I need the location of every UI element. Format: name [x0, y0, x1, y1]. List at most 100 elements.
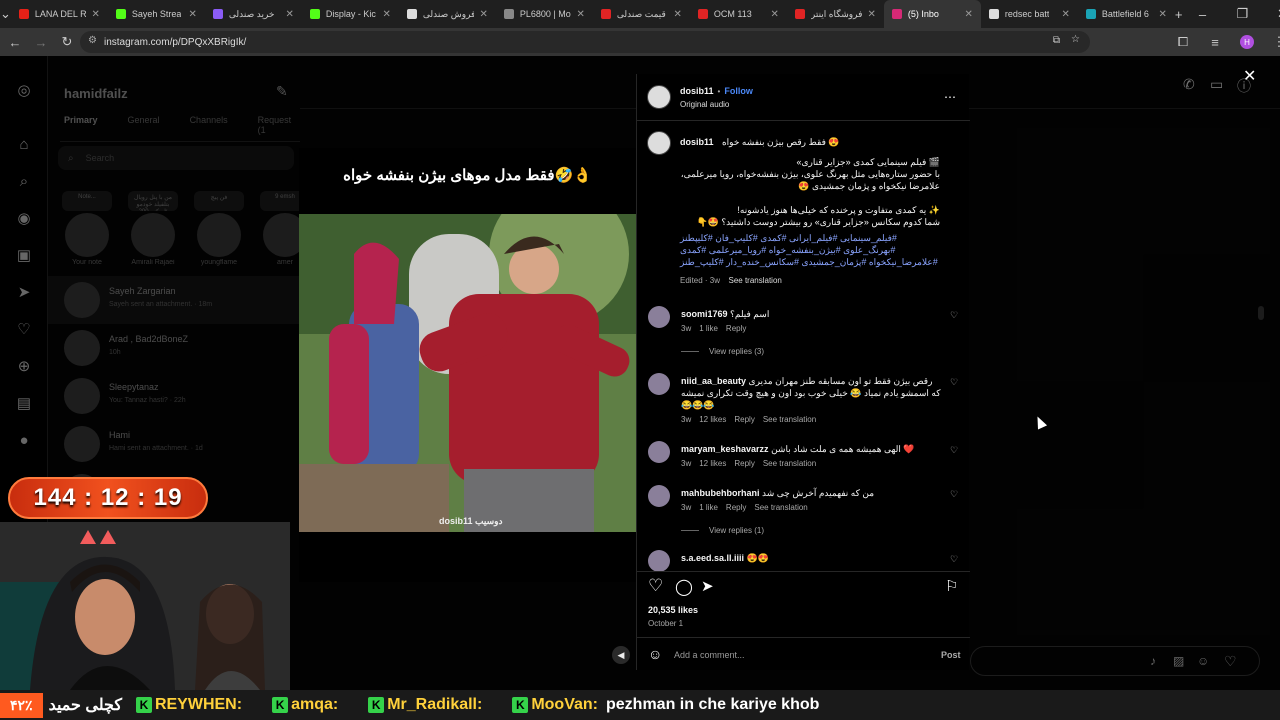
comment-avatar[interactable] — [648, 441, 670, 463]
emoji-icon[interactable]: ☺ — [648, 646, 662, 662]
browser-tab[interactable]: (5) Inbo ✕ — [883, 0, 981, 28]
comment-likes[interactable]: 12 likes — [699, 459, 726, 468]
tab-close-icon[interactable]: ✕ — [189, 9, 197, 20]
browser-tab[interactable]: LANA DEL R ✕ — [11, 0, 108, 28]
comment-likes[interactable]: 1 like — [699, 324, 718, 333]
browser-tab[interactable]: Sayeh Strea ✕ — [108, 0, 205, 28]
tab-favicon-icon — [988, 9, 999, 19]
back-icon[interactable]: ← — [2, 31, 28, 53]
add-comment-input[interactable]: Add a comment... — [674, 650, 745, 660]
comment-username[interactable]: mahbubehborhani — [681, 488, 760, 498]
url-text: instagram.com/p/DPQxXBRigIk/ — [104, 36, 247, 48]
tab-close-icon[interactable]: ✕ — [383, 9, 391, 20]
tab-close-icon[interactable]: ✕ — [1159, 9, 1167, 20]
bookmark-star-icon[interactable]: ☆ — [1071, 34, 1080, 45]
caption-see-translation[interactable]: See translation — [728, 276, 781, 285]
tab-close-icon[interactable]: ✕ — [965, 9, 973, 20]
tab-close-icon[interactable]: ✕ — [92, 9, 100, 20]
browser-tab[interactable]: Battlefield 6 ✕ — [1078, 0, 1175, 28]
browser-tab[interactable]: قیمت صندلی ✕ — [593, 0, 690, 28]
tab-close-icon[interactable]: ✕ — [868, 9, 876, 20]
comment-like-icon[interactable]: ♡ — [950, 377, 960, 387]
reel-video[interactable]: فقط مدل موهای بیژن بنفشه خواه🤣👌 dosib11 … — [299, 148, 636, 664]
browser-tab[interactable]: خرید صندلی ✕ — [205, 0, 302, 28]
comment-username[interactable]: soomi1769 — [681, 309, 728, 319]
tab-title: OCM 113 — [713, 9, 752, 19]
comment-username[interactable]: niid_aa_beauty — [681, 376, 746, 386]
post-panel: dosib11 • Follow Original audio ⋯ dosib1… — [636, 74, 970, 670]
comment-reply-button[interactable]: Reply — [734, 415, 754, 424]
tab-close-icon[interactable]: ✕ — [577, 9, 585, 20]
browser-tab[interactable]: فروشگاه اینتر ✕ — [787, 0, 884, 28]
tab-close-icon[interactable]: ✕ — [674, 9, 682, 20]
browser-tab[interactable]: PL6800 | Mo ✕ — [496, 0, 593, 28]
forward-icon[interactable]: → — [28, 31, 54, 53]
tab-favicon-icon — [406, 9, 417, 19]
tab-search-icon[interactable]: ⌄ — [0, 3, 11, 25]
browser-tab[interactable]: Display - Kic ✕ — [302, 0, 399, 28]
extensions-icon[interactable]: ⧠ — [1170, 31, 1196, 53]
more-options-icon[interactable]: ⋯ — [944, 90, 957, 104]
stream-timer: 144 : 12 : 19 — [8, 477, 208, 519]
close-modal-icon[interactable]: ✕ — [1243, 66, 1256, 86]
audio-label[interactable]: Original audio — [680, 100, 729, 109]
like-post-icon[interactable]: ♡ — [648, 576, 663, 596]
view-replies-button[interactable]: View replies (3) — [681, 347, 943, 356]
tab-close-icon[interactable]: ✕ — [480, 9, 488, 20]
hashtag-line[interactable]: #علامرضا_نیکخواه #پژمان_جمشیدی #سکانس_خن… — [680, 256, 940, 268]
likes-count[interactable]: 20,535 likes — [648, 605, 698, 615]
comment-see-translation[interactable]: See translation — [763, 459, 816, 468]
chat-ticker: ۴۲٪ کچلی حمید K REYWHEN: Kamqa: K Mr_Radikal… — [0, 690, 1280, 720]
address-bar[interactable]: ⚙ instagram.com/p/DPQxXBRigIk/ ⧉ ☆ — [80, 31, 1090, 53]
follow-button[interactable]: Follow — [724, 86, 753, 96]
post-author-username[interactable]: dosib11 — [680, 86, 714, 96]
maximize-icon[interactable]: ❐ — [1223, 3, 1263, 25]
comment-see-translation[interactable]: See translation — [763, 415, 816, 424]
tab-close-icon[interactable]: ✕ — [1062, 9, 1070, 20]
comment-likes[interactable]: 1 like — [699, 503, 718, 512]
comment-avatar[interactable] — [648, 485, 670, 507]
mute-icon[interactable]: ◀ — [612, 646, 630, 664]
comment-reply-button[interactable]: Reply — [726, 503, 746, 512]
menu-icon[interactable]: ⋮ — [1266, 31, 1280, 53]
comment-avatar[interactable] — [648, 373, 670, 395]
install-icon[interactable]: ⧉ — [1053, 35, 1060, 46]
hashtag-line[interactable]: #بهرنگ_علوی #بیژن_بنفشه_خواه #رویا_میرعل… — [680, 244, 940, 256]
caption-title: فقط رقص بیژن بنفشه خواه 😍 — [721, 137, 840, 147]
comment-likes[interactable]: 12 likes — [699, 415, 726, 424]
minimize-icon[interactable]: – — [1183, 3, 1223, 25]
comment-like-icon[interactable]: ♡ — [950, 554, 960, 564]
post-comment-button[interactable]: Post — [941, 650, 961, 660]
comment-like-icon[interactable]: ♡ — [950, 310, 960, 320]
comment-see-translation[interactable]: See translation — [754, 503, 807, 512]
comment-reply-button[interactable]: Reply — [734, 459, 754, 468]
comment-avatar[interactable] — [648, 550, 670, 572]
browser-tab[interactable]: OCM 113 ✕ — [690, 0, 787, 28]
reload-icon[interactable]: ↻ — [54, 31, 80, 53]
comment-avatar[interactable] — [648, 306, 670, 328]
comment-reply-button[interactable]: Reply — [726, 324, 746, 333]
ticker-text: pezhman in che kariye khob — [606, 696, 820, 713]
caption-author-avatar[interactable] — [647, 131, 671, 155]
new-tab-button[interactable]: + — [1175, 3, 1183, 25]
post-author-avatar[interactable] — [647, 85, 671, 109]
caption-username[interactable]: dosib11 — [680, 137, 714, 147]
close-window-icon[interactable]: ✕ — [1263, 3, 1280, 25]
tab-close-icon[interactable]: ✕ — [771, 9, 779, 20]
reading-list-icon[interactable]: ≡ — [1202, 31, 1228, 53]
comment-like-icon[interactable]: ♡ — [950, 445, 960, 455]
site-info-icon[interactable]: ⚙ — [88, 35, 97, 46]
tab-close-icon[interactable]: ✕ — [286, 9, 294, 20]
browser-tab[interactable]: redsec batt ✕ — [981, 0, 1078, 28]
comment-like-icon[interactable]: ♡ — [950, 489, 960, 499]
comment-username[interactable]: s.a.eed.sa.ll.iiii — [681, 553, 744, 563]
save-icon[interactable]: ⚐ — [945, 577, 958, 595]
comment-username[interactable]: maryam_keshavarzz — [681, 444, 769, 454]
browser-tab[interactable]: فروش صندلی ✕ — [399, 0, 496, 28]
hashtag-line[interactable]: #فیلم_سینمایی #فیلم_ایرانی #کمدی #کلیپ_ف… — [680, 232, 940, 244]
share-icon[interactable]: ➤ — [701, 577, 714, 595]
profile-avatar[interactable]: H — [1234, 31, 1260, 53]
view-replies-button[interactable]: View replies (1) — [681, 526, 943, 535]
reel-scene — [299, 214, 636, 532]
comment-icon[interactable]: ◯ — [675, 577, 693, 597]
